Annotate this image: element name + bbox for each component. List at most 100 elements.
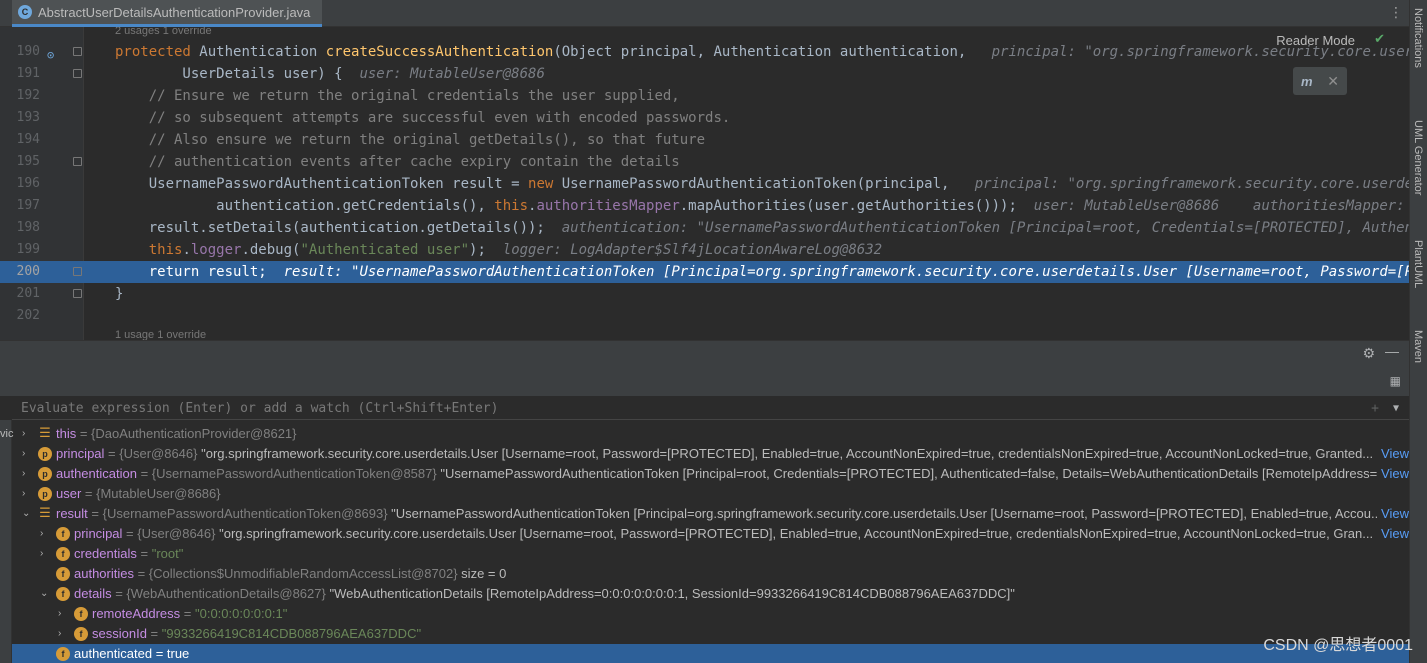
variable-row[interactable]: › p principal = {User@8646} "org.springfra…	[12, 444, 1409, 464]
minimize-icon[interactable]: —	[1385, 343, 1399, 359]
line-number[interactable]: 195	[0, 151, 40, 173]
code-line[interactable]: 193 // so subsequent attempts are succes…	[0, 107, 1409, 129]
watch-expression-input[interactable]: Evaluate expression (Enter) or add a wat…	[12, 398, 1409, 420]
variable-value: size = 0	[457, 566, 507, 581]
variable-name: details	[74, 586, 116, 601]
chevron-down-icon[interactable]: ▼	[1393, 398, 1399, 420]
uml-generator-tool[interactable]: UML Generator	[1412, 120, 1424, 195]
variable-row[interactable]: ⌄ ☰ result = {UsernamePasswordAuthenticati…	[12, 504, 1409, 524]
code-line[interactable]: 200 return result; result: "UsernamePass…	[0, 261, 1409, 283]
inline-debug-value: principal: "org.springframework.security…	[974, 176, 1409, 192]
code-token: Authentication	[199, 44, 326, 60]
variable-row[interactable]: f authenticated = true	[12, 644, 1409, 663]
variable-row[interactable]: › f credentials = "root"	[12, 544, 1409, 564]
view-link[interactable]: View	[1377, 464, 1409, 484]
variable-row[interactable]: › f remoteAddress = "0:0:0:0:0:0:0:1"	[12, 604, 1409, 624]
editor-tab[interactable]: C AbstractUserDetailsAuthenticationProvi…	[12, 0, 323, 27]
chevron-right-icon[interactable]: ›	[22, 464, 32, 484]
line-number[interactable]: 199	[0, 239, 40, 261]
fold-marker-icon[interactable]	[73, 267, 82, 276]
code-line[interactable]: 199 this.logger.debug("Authenticated use…	[0, 239, 1409, 261]
field-icon: f	[56, 587, 70, 601]
close-icon[interactable]: ✕	[1327, 73, 1339, 90]
code-line[interactable]: 201}	[0, 283, 1409, 305]
code-line[interactable]: 191 UserDetails user) { user: MutableUse…	[0, 63, 1409, 85]
code-line[interactable]: 196 UsernamePasswordAuthenticationToken …	[0, 173, 1409, 195]
add-watch-icon[interactable]: +	[1371, 398, 1379, 420]
line-number[interactable]: 200	[0, 261, 40, 283]
inspection-ok-icon[interactable]: ✔	[1374, 31, 1385, 47]
gear-icon[interactable]: ⚙	[1362, 345, 1375, 362]
view-link[interactable]: View	[1377, 444, 1409, 464]
code-text: protected Authentication createSuccessAu…	[115, 41, 1409, 63]
code-line[interactable]: 202	[0, 305, 1409, 327]
fold-marker-icon[interactable]	[73, 69, 82, 78]
chevron-right-icon[interactable]: ›	[22, 424, 32, 444]
more-tabs-icon[interactable]: ⋮	[1389, 4, 1403, 21]
parameter-icon: p	[38, 447, 52, 461]
code-token: this	[148, 242, 183, 258]
code-line[interactable]: 194 // Also ensure we return the origina…	[0, 129, 1409, 151]
fold-marker-icon[interactable]	[73, 157, 82, 166]
code-line[interactable]: 190 protected Authentication createSucces…	[0, 41, 1409, 63]
plantuml-tool[interactable]: PlantUML	[1412, 240, 1424, 288]
code-line[interactable]: 195 // authentication events after cache…	[0, 151, 1409, 173]
line-number[interactable]: 191	[0, 63, 40, 85]
usages-hint-bottom[interactable]: 1 usage 1 override	[115, 329, 206, 340]
code-token: UsernamePasswordAuthenticationToken(prin…	[561, 176, 967, 192]
chevron-right-icon[interactable]: ›	[40, 544, 50, 564]
variable-row[interactable]: › f principal = {User@8646} "org.springfra…	[12, 524, 1409, 544]
chevron-right-icon[interactable]: ›	[40, 524, 50, 544]
code-token: return	[148, 264, 208, 280]
chevron-right-icon[interactable]: ›	[58, 604, 68, 624]
line-number[interactable]: 201	[0, 283, 40, 305]
line-number[interactable]: 196	[0, 173, 40, 195]
reader-mode-toggle[interactable]: Reader Mode	[1276, 33, 1355, 48]
chevron-down-icon[interactable]: ⌄	[40, 584, 50, 604]
fold-marker-icon[interactable]	[73, 289, 82, 298]
code-token: }	[115, 286, 124, 302]
line-number[interactable]: 194	[0, 129, 40, 151]
code-token: this	[494, 198, 529, 214]
view-link[interactable]: View	[1377, 504, 1409, 524]
code-editor[interactable]: 2 usages 1 override 190 protected Authent…	[0, 27, 1409, 340]
debugger-header: ⚙ —	[0, 340, 1409, 366]
chevron-down-icon[interactable]: ⌄	[22, 504, 32, 524]
variable-name: authorities	[74, 566, 138, 581]
usages-hint-top[interactable]: 2 usages 1 override	[115, 27, 212, 37]
maven-icon[interactable]: m	[1301, 74, 1313, 89]
code-text: // Also ensure we return the original ge…	[115, 129, 705, 151]
variable-row[interactable]: ⌄ f details = {WebAuthenticationDetails@86…	[12, 584, 1409, 604]
variable-row[interactable]: › p user = {MutableUser@8686}	[12, 484, 1409, 504]
code-line[interactable]: 197 authentication.getCredentials(), thi…	[0, 195, 1409, 217]
chevron-right-icon[interactable]: ›	[58, 624, 68, 644]
variable-name: principal	[56, 446, 109, 461]
line-number[interactable]: 192	[0, 85, 40, 107]
line-number[interactable]: 197	[0, 195, 40, 217]
variable-name: principal	[74, 526, 127, 541]
variable-row[interactable]: › f sessionId = "9933266419C814CDB088796AE…	[12, 624, 1409, 644]
maven-reload-notice[interactable]: m ✕	[1293, 67, 1347, 95]
variable-value: = true	[155, 646, 190, 661]
override-gutter-icon[interactable]: ⊙	[47, 44, 61, 62]
line-number[interactable]: 202	[0, 305, 40, 327]
variable-type: = {User@8646}	[126, 526, 216, 541]
line-number[interactable]: 198	[0, 217, 40, 239]
line-number[interactable]: 193	[0, 107, 40, 129]
variable-row[interactable]: › ☰ this = {DaoAuthenticationProvider@8621…	[12, 424, 1409, 444]
variable-row[interactable]: › p authentication = {UsernamePasswordAuth…	[12, 464, 1409, 484]
maven-tool[interactable]: Maven	[1412, 330, 1424, 363]
code-token: .debug(	[241, 242, 301, 258]
code-line[interactable]: 198 result.setDetails(authentication.get…	[0, 217, 1409, 239]
view-link[interactable]: View	[1377, 524, 1409, 544]
chevron-right-icon[interactable]: ›	[22, 444, 32, 464]
variable-row[interactable]: f authorities = {Collections$Unmodifiable…	[12, 564, 1409, 584]
chevron-right-icon[interactable]: ›	[22, 484, 32, 504]
variable-text: principal = {User@8646} "org.springframe…	[56, 444, 1373, 464]
variable-type: = {Collections$UnmodifiableRandomAccessL…	[137, 566, 458, 581]
fold-marker-icon[interactable]	[73, 47, 82, 56]
line-number[interactable]: 190	[0, 41, 40, 63]
code-line[interactable]: 192 // Ensure we return the original cre…	[0, 85, 1409, 107]
layout-settings-icon[interactable]: ▦	[1390, 374, 1401, 388]
notifications-tool[interactable]: Notifications	[1412, 8, 1424, 68]
